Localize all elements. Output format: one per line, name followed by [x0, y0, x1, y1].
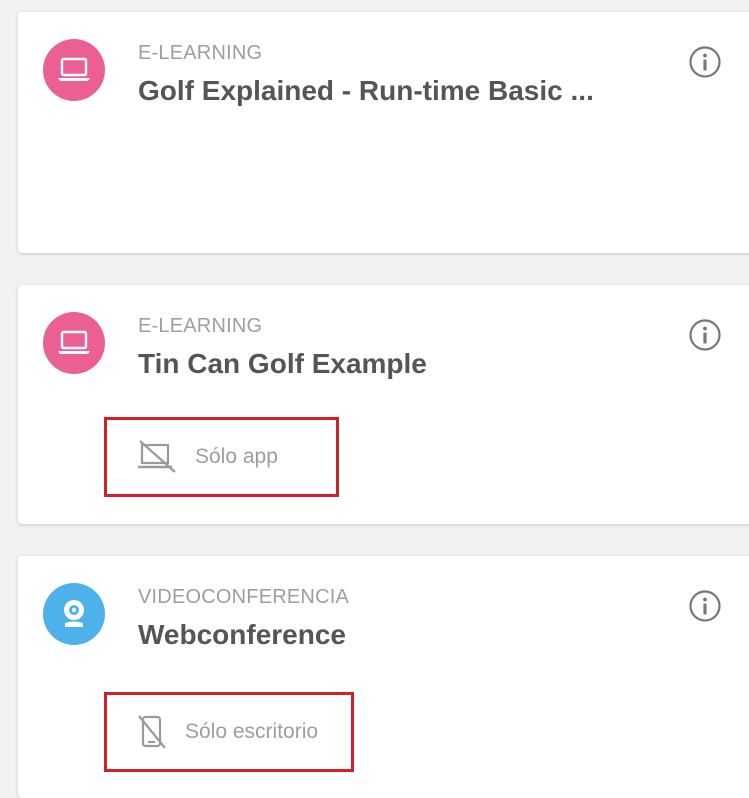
card-title[interactable]: Golf Explained - Run-time Basic ... — [138, 75, 594, 107]
activity-card[interactable]: VIDEOCONFERENCIA Webconference Sólo escr… — [18, 556, 749, 798]
webcam-icon — [43, 583, 105, 645]
card-title[interactable]: Webconference — [138, 619, 346, 651]
info-icon[interactable] — [688, 589, 722, 623]
activity-card[interactable]: E-LEARNING Tin Can Golf Example Sólo app — [18, 285, 749, 524]
card-category: VIDEOCONFERENCIA — [138, 586, 350, 608]
platform-restriction-badge: Sólo escritorio — [104, 692, 354, 772]
info-icon[interactable] — [688, 318, 722, 352]
platform-restriction-badge: Sólo app — [104, 417, 339, 497]
card-title[interactable]: Tin Can Golf Example — [138, 348, 427, 380]
card-category: E-LEARNING — [138, 315, 263, 337]
laptop-icon — [43, 39, 105, 101]
activity-card[interactable]: E-LEARNING Golf Explained - Run-time Bas… — [18, 12, 749, 253]
laptop-icon — [43, 312, 105, 374]
info-icon[interactable] — [688, 45, 722, 79]
card-category: E-LEARNING — [138, 42, 263, 64]
restriction-label: Sólo app — [195, 445, 278, 468]
restriction-label: Sólo escritorio — [185, 720, 319, 743]
desktop-off-icon — [137, 440, 177, 474]
mobile-off-icon — [137, 714, 167, 750]
